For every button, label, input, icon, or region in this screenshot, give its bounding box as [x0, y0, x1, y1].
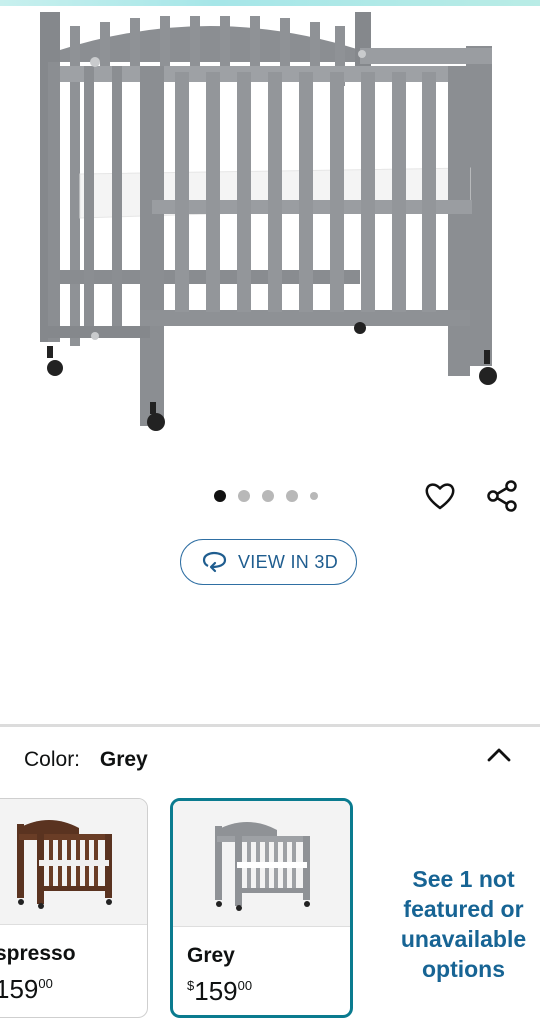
option-price: 15900: [0, 974, 147, 1005]
heart-icon[interactable]: [420, 476, 460, 516]
pager-dot[interactable]: [310, 492, 318, 500]
color-option-espresso[interactable]: spresso 15900: [0, 798, 148, 1018]
pager-dot[interactable]: [214, 490, 226, 502]
color-label: Color:: [24, 748, 81, 771]
espresso-thumbnail: [0, 799, 147, 925]
share-icon[interactable]: [482, 476, 522, 516]
chevron-up-icon[interactable]: [484, 742, 514, 768]
selected-color: Grey: [99, 748, 148, 771]
price-cents: 00: [38, 976, 53, 991]
see-unavailable-options-link[interactable]: See 1 not featured or unavailable option…: [386, 864, 540, 984]
image-pager[interactable]: [214, 490, 318, 502]
option-name: Grey: [187, 944, 235, 967]
color-option-grey[interactable]: Grey $15900: [170, 798, 353, 1018]
option-name: spresso: [0, 942, 76, 965]
grey-thumbnail: [173, 801, 350, 927]
color-selector-header: Color: Grey: [24, 748, 148, 772]
pager-dot[interactable]: [262, 490, 274, 502]
price-whole: 159: [194, 976, 238, 1006]
view-in-3d-label: VIEW IN 3D: [237, 551, 338, 572]
rotate-3d-icon: [202, 551, 227, 573]
section-divider: [0, 724, 540, 727]
crib-image: [40, 12, 497, 431]
product-image-main[interactable]: [0, 6, 540, 476]
option-price: $15900: [187, 976, 350, 1007]
price-cents: 00: [237, 978, 253, 993]
pager-dot[interactable]: [286, 490, 298, 502]
view-in-3d-button[interactable]: VIEW IN 3D: [180, 539, 357, 585]
pager-dot[interactable]: [238, 490, 250, 502]
